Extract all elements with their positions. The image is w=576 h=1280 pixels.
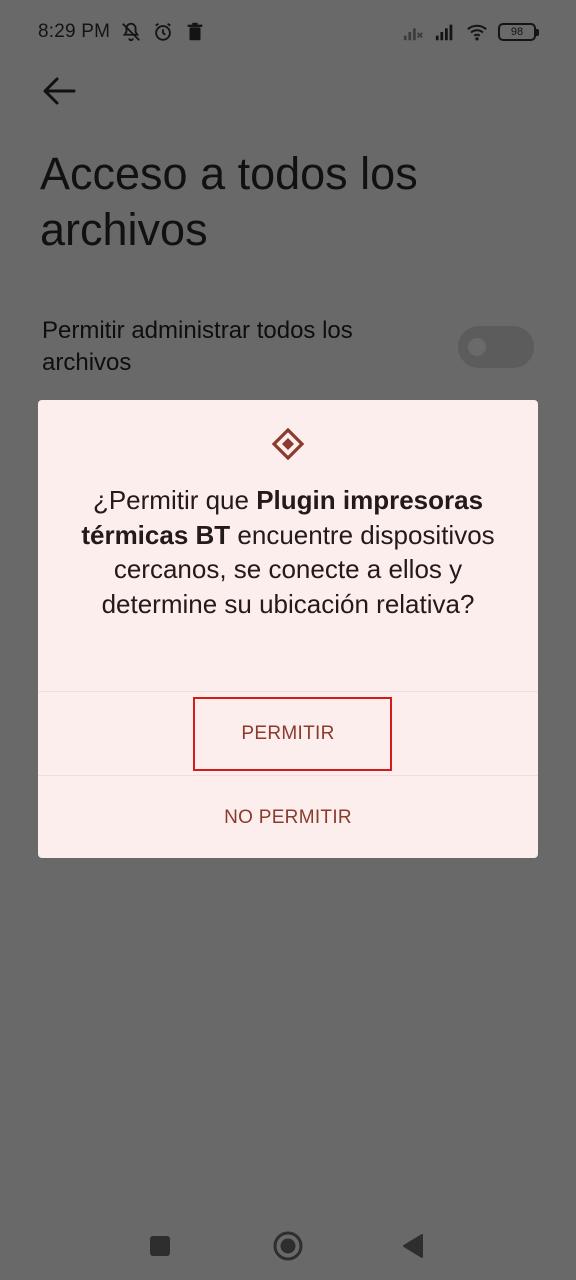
status-right: 98	[402, 21, 539, 43]
alarm-icon	[152, 21, 174, 43]
toggle-knob	[468, 338, 486, 356]
battery-icon: 98	[498, 23, 539, 41]
message-prefix: ¿Permitir que	[92, 485, 257, 515]
status-time: 8:29 PM	[38, 21, 111, 42]
divider-top	[38, 691, 538, 692]
manage-files-toggle[interactable]	[458, 326, 534, 368]
back-arrow-icon[interactable]	[38, 72, 80, 110]
home-icon[interactable]	[272, 1230, 304, 1262]
deny-button[interactable]: NO PERMITIR	[38, 777, 538, 858]
page-title: Acceso a todos los archivos	[40, 148, 418, 255]
wifi-icon	[466, 21, 488, 43]
signal-off-icon	[402, 21, 424, 43]
back-icon[interactable]	[398, 1230, 430, 1262]
trash-icon	[184, 21, 206, 43]
setting-label: Permitir administrar todos los archivos	[42, 317, 353, 376]
permission-dialog: ¿Permitir que Plugin impresoras térmicas…	[38, 400, 538, 858]
highlight-box	[193, 697, 392, 771]
divider-middle	[38, 775, 538, 776]
battery-level: 98	[510, 26, 524, 38]
setting-row-manage-all-files[interactable]: Permitir administrar todos los archivos	[42, 312, 534, 382]
dialog-message: ¿Permitir que Plugin impresoras térmicas…	[58, 483, 518, 621]
mute-icon	[120, 21, 142, 43]
app-diamond-icon	[272, 428, 304, 460]
status-bar: 8:29 PM 98	[0, 0, 576, 64]
navigation-bar	[0, 1210, 576, 1280]
status-left: 8:29 PM	[38, 21, 206, 43]
recents-icon[interactable]	[144, 1230, 176, 1262]
signal-icon	[434, 21, 456, 43]
